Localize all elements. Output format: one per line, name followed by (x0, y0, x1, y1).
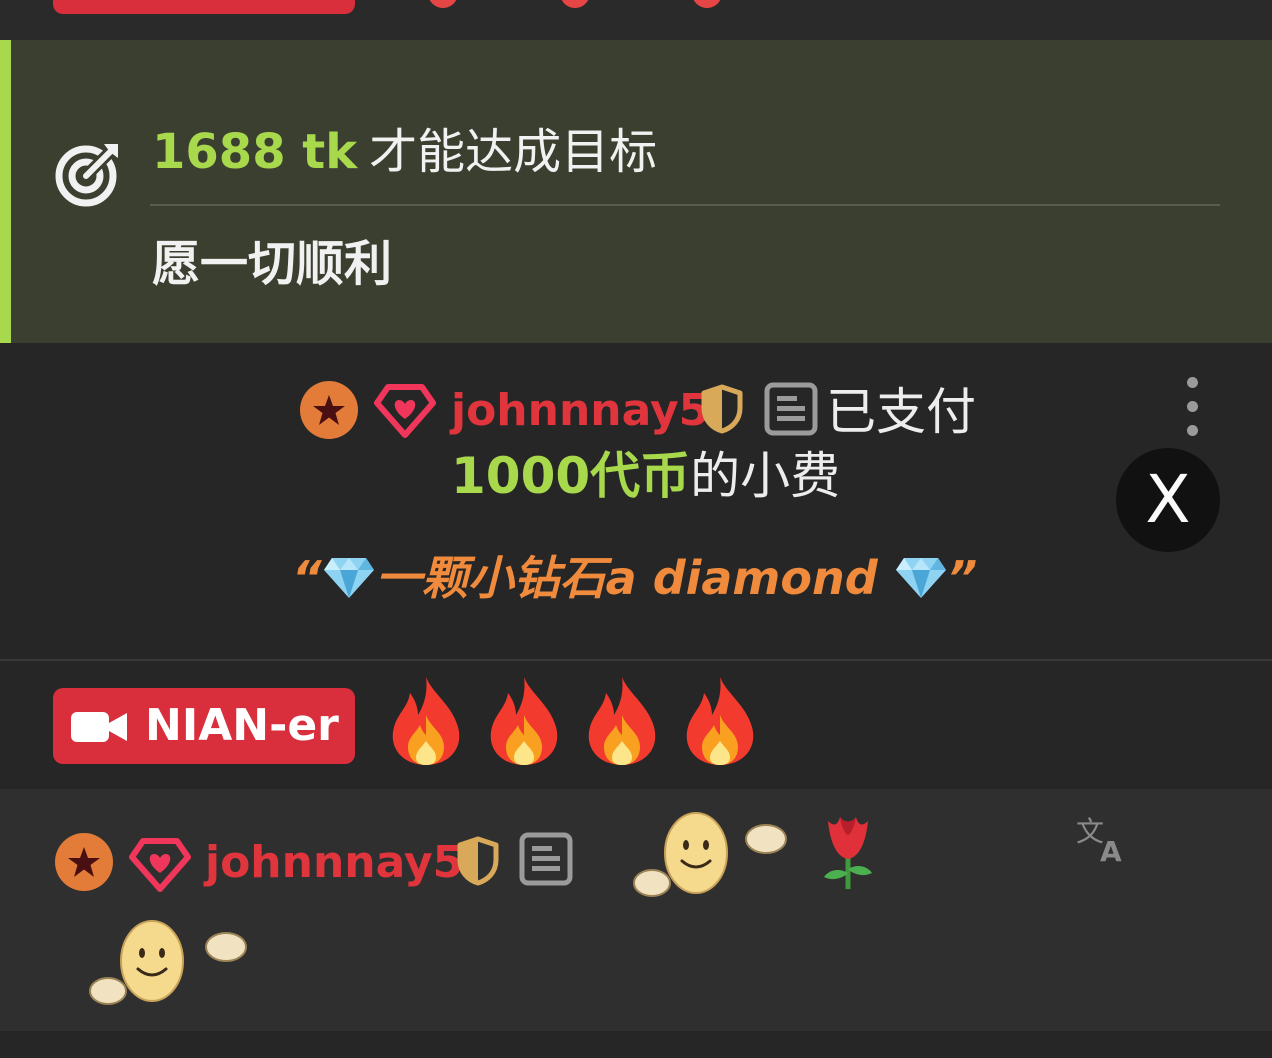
goal-amount: 1688 tk (152, 124, 358, 180)
tip-suffix: 的小费 (690, 447, 841, 505)
fire-icon (560, 0, 590, 8)
chat-message-row: johnnnay5 文 A (0, 789, 1272, 1031)
translate-icon[interactable]: 文 A (1074, 815, 1128, 863)
rose-emoji (824, 817, 872, 889)
goal-accent-bar (0, 40, 11, 343)
smiley-emote (89, 920, 247, 1005)
shield-icon (701, 384, 743, 434)
goal-label: 才能达成目标 (369, 124, 658, 180)
tip-message: “ 一颗小钻石a diamond ” (292, 555, 977, 601)
fire-emoji (392, 677, 460, 765)
tipper-username[interactable]: johnnnay5 (451, 389, 709, 433)
tip-amount: 1000代币 (451, 447, 691, 505)
document-icon (519, 832, 573, 886)
streamer-name: NIAN-er (145, 700, 339, 751)
smiley-emote (633, 812, 787, 897)
tip-notification: johnnnay5 已支付 1000代币的小费 “ 一颗小钻石a diamond… (0, 343, 1272, 661)
tip-paid-label: 已支付 (826, 383, 976, 441)
video-camera-icon (71, 712, 127, 742)
shield-icon (457, 836, 499, 886)
fire-emoji (588, 677, 656, 765)
goal-progress-text: 1688 tk 才能达成目标 (152, 128, 657, 176)
chat-feed: 1688 tk 才能达成目标 愿一切顺利 johnnnay5 已支付 1000代… (0, 0, 1272, 1058)
previous-message-row (0, 0, 1272, 40)
tip-message-text: 一颗小钻石a diamond (375, 551, 878, 605)
previous-streamer-badge (53, 0, 355, 14)
divider (150, 204, 1220, 206)
diamond-heart-icon (129, 838, 191, 892)
next-message-row (0, 1031, 1272, 1058)
streamer-badge[interactable]: NIAN-er (53, 688, 355, 764)
fire-icon (428, 0, 458, 8)
star-icon (55, 833, 113, 891)
close-quote: ” (947, 551, 978, 605)
streamer-message-row: NIAN-er (0, 661, 1272, 789)
fire-icon (692, 0, 722, 8)
tip-header: johnnnay5 已支付 (0, 379, 1272, 441)
x-share-button[interactable]: X (1116, 448, 1220, 552)
target-icon (55, 144, 118, 207)
gem-icon (323, 558, 374, 598)
chat-username[interactable]: johnnnay5 (205, 841, 463, 885)
star-icon (300, 381, 358, 439)
document-icon (764, 382, 818, 436)
fire-emoji (686, 677, 754, 765)
more-options-icon[interactable] (1180, 377, 1204, 437)
svg-text:A: A (1100, 835, 1122, 863)
fire-emoji (490, 677, 558, 765)
goal-card: 1688 tk 才能达成目标 愿一切顺利 (0, 40, 1272, 343)
tip-amount-line: 1000代币的小费 (451, 451, 840, 501)
diamond-heart-icon (374, 384, 436, 438)
open-quote: “ (292, 551, 322, 605)
goal-description: 愿一切顺利 (152, 236, 393, 292)
gem-icon (895, 558, 946, 598)
